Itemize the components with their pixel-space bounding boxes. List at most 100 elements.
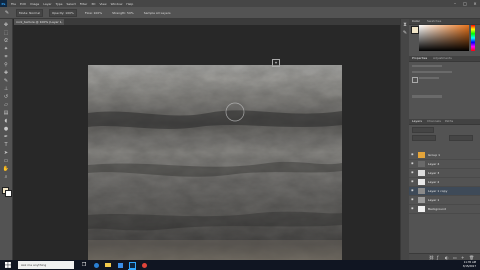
menu-file[interactable]: File <box>11 2 16 6</box>
edge-icon[interactable] <box>92 261 100 269</box>
brush-preset-icon[interactable]: ✎ <box>2 10 12 16</box>
layer-thumbnail <box>418 170 425 176</box>
layer-name: Layer 1 <box>428 198 440 202</box>
minimize-icon[interactable]: – <box>450 0 460 7</box>
layer-thumbnail <box>418 197 425 203</box>
tab-swatches[interactable]: Swatches <box>427 19 441 24</box>
history-icon[interactable]: ⧗ <box>401 22 409 28</box>
layer-thumbnail <box>418 161 425 167</box>
menu-view[interactable]: View <box>99 2 106 6</box>
blend-mode-layers-select[interactable] <box>412 135 436 141</box>
layer-row[interactable]: ◉ Layer 1 <box>409 196 480 205</box>
menu-window[interactable]: Window <box>111 2 123 6</box>
store-icon[interactable] <box>116 261 124 269</box>
type-icon[interactable]: T <box>2 142 10 148</box>
gradient-icon[interactable]: ▤ <box>2 110 10 116</box>
blur-icon[interactable]: ◖ <box>2 118 10 124</box>
hand-icon[interactable]: ✋ <box>2 166 10 172</box>
tab-layers[interactable]: Layers <box>412 119 422 124</box>
shape-icon[interactable]: ▭ <box>2 158 10 164</box>
layer-name: Layer 4 <box>428 162 440 166</box>
stamp-icon[interactable]: ⊥ <box>2 86 10 92</box>
layers-panel-header: Layers Channels Paths <box>409 119 480 125</box>
brush-settings-icon[interactable]: ✎ <box>401 30 409 36</box>
menu-layer[interactable]: Layer <box>43 2 51 6</box>
layer-name: Layer 2 <box>428 180 440 184</box>
visibility-eye-icon[interactable]: ◉ <box>411 189 414 192</box>
menu-image[interactable]: Image <box>30 2 39 6</box>
layer-row-selected[interactable]: ◉ Layer 1 copy <box>409 187 480 196</box>
properties-panel-header: Properties Adjustments <box>409 56 480 62</box>
color-picker-field[interactable] <box>419 25 469 51</box>
tab-color[interactable]: Color <box>412 19 420 24</box>
photoshop-logo-icon[interactable]: Ps <box>0 0 7 7</box>
foreground-color-chip[interactable] <box>411 26 419 34</box>
brush-icon[interactable]: ✎ <box>2 78 10 84</box>
visibility-eye-icon[interactable]: ◉ <box>411 153 414 156</box>
layer-name: Layer 1 copy <box>428 189 448 193</box>
flow-field[interactable]: Flow: 100% <box>83 10 104 16</box>
menu-3d[interactable]: 3D <box>91 2 95 6</box>
opacity-field[interactable]: Opacity: 100% <box>49 8 77 17</box>
visibility-eye-icon[interactable]: ◉ <box>411 171 414 174</box>
crop-icon[interactable]: ⌗ <box>2 54 10 60</box>
photoshop-taskbar-icon[interactable] <box>128 261 136 270</box>
layer-row[interactable]: ◉ Background <box>409 205 480 214</box>
chrome-icon[interactable] <box>140 261 148 269</box>
layer-filter-select[interactable] <box>412 127 434 133</box>
reference-point-icon[interactable]: ⌖ <box>272 59 280 67</box>
maximize-icon[interactable]: □ <box>460 0 470 7</box>
windows-start-icon[interactable] <box>3 261 13 269</box>
layer-row[interactable]: ◉ Layer 4 <box>409 160 480 169</box>
close-icon[interactable]: × <box>470 0 480 7</box>
clock-time[interactable]: 11:35 AM <box>464 261 476 265</box>
taskbar-search-input[interactable]: Ask me anything <box>18 261 74 269</box>
hue-slider[interactable] <box>471 25 475 51</box>
tab-channels[interactable]: Channels <box>427 119 441 124</box>
move-icon[interactable]: ✥ <box>2 22 10 28</box>
tab-adjustments[interactable]: Adjustments <box>433 56 452 61</box>
layer-opacity-field[interactable] <box>449 135 473 141</box>
sample-all-layers-checkbox[interactable]: Sample All Layers <box>142 10 173 16</box>
file-explorer-icon[interactable] <box>104 261 112 269</box>
visibility-eye-icon[interactable]: ◉ <box>411 198 414 201</box>
menu-type[interactable]: Type <box>56 2 63 6</box>
menu-select[interactable]: Select <box>67 2 76 6</box>
healing-icon[interactable]: ✚ <box>2 70 10 76</box>
menu-help[interactable]: Help <box>126 2 133 6</box>
property-row <box>419 77 439 79</box>
dodge-icon[interactable]: ● <box>2 126 10 132</box>
layer-thumbnail <box>418 188 425 194</box>
eyedropper-icon[interactable]: ⚲ <box>2 62 10 68</box>
link-icon[interactable] <box>412 77 418 83</box>
blend-mode-select[interactable]: Mode: Normal <box>16 8 43 17</box>
menu-filter[interactable]: Filter <box>80 2 87 6</box>
eraser-icon[interactable]: ▱ <box>2 102 10 108</box>
rock-texture-image[interactable] <box>88 65 342 260</box>
layer-row[interactable]: ◉ Layer 3 <box>409 169 480 178</box>
tab-properties[interactable]: Properties <box>412 56 427 61</box>
tab-paths[interactable]: Paths <box>445 119 453 124</box>
quick-select-icon[interactable]: ✦ <box>2 46 10 52</box>
strength-field[interactable]: Strength: 50% <box>110 10 136 16</box>
clock-date[interactable]: 3/15/2017 <box>463 265 476 269</box>
lasso-icon[interactable]: ᘓ <box>2 38 10 44</box>
marquee-icon[interactable]: ⬚ <box>2 30 10 36</box>
document-tab[interactable]: rock_texture @ 100% (Layer 1, RGB/8) <box>14 19 64 30</box>
visibility-eye-icon[interactable]: ◉ <box>411 207 414 210</box>
layer-row[interactable]: ◉ Group 1 <box>409 151 480 160</box>
history-brush-icon[interactable]: ↺ <box>2 94 10 100</box>
zoom-icon[interactable]: ⌕ <box>2 174 10 180</box>
pen-icon[interactable]: ✒ <box>2 134 10 140</box>
folder-icon <box>418 152 425 158</box>
visibility-eye-icon[interactable]: ◉ <box>411 162 414 165</box>
background-color-swatch[interactable] <box>5 190 12 197</box>
task-view-icon[interactable]: ❐ <box>80 261 88 269</box>
menu-edit[interactable]: Edit <box>20 2 26 6</box>
layer-thumbnail <box>418 179 425 185</box>
options-bar: ✎ Mode: Normal Opacity: 100% Flow: 100% … <box>0 7 480 19</box>
layer-thumbnail <box>418 206 425 212</box>
path-select-icon[interactable]: ➤ <box>2 150 10 156</box>
visibility-eye-icon[interactable]: ◉ <box>411 180 414 183</box>
layer-row[interactable]: ◉ Layer 2 <box>409 178 480 187</box>
